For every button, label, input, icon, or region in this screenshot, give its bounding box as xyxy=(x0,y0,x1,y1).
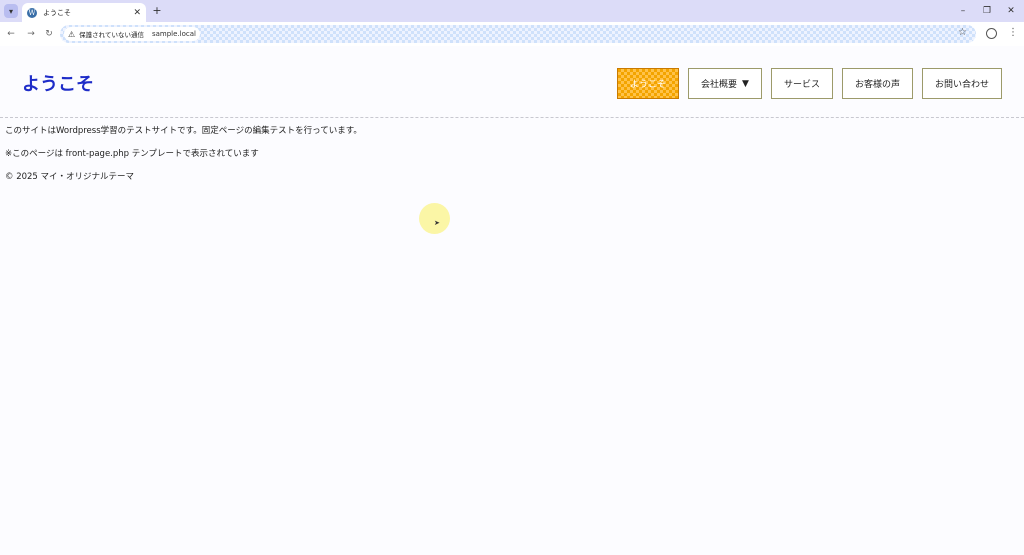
address-bar-content: ⚠ 保護されていない通信 sample.local xyxy=(64,27,200,41)
nav-item-label: お客様の声 xyxy=(854,80,900,90)
nav-item-welcome[interactable]: ようこそ xyxy=(617,68,680,99)
cursor-icon: ➤ xyxy=(434,219,440,227)
browser-tab-bar: ▾ W ようこそ ✕ + – ❐ ✕ xyxy=(0,0,1024,22)
chevron-down-icon: ▾ xyxy=(8,6,13,16)
restore-icon[interactable]: ❐ xyxy=(980,4,994,18)
close-icon[interactable]: ✕ xyxy=(133,8,141,18)
nav-item-label: お問い合わせ xyxy=(934,80,989,90)
url-text[interactable]: sample.local xyxy=(152,30,196,38)
new-tab-button[interactable]: + xyxy=(150,4,164,18)
kebab-menu-icon[interactable]: ⋮ xyxy=(1008,27,1018,38)
browser-tab[interactable]: W ようこそ ✕ xyxy=(22,3,146,22)
site-header: ようこそ ようこそ 会社概要 ▼ サービス お客様の声 お問い合わせ xyxy=(0,46,1024,118)
tab-list-button[interactable]: ▾ xyxy=(4,4,18,18)
tab-title: ようこそ xyxy=(43,8,71,17)
nav-item-label: 会社概要 xyxy=(701,80,738,90)
intro-paragraph: このサイトはWordpress学習のテストサイトです。固定ページの編集テストを行… xyxy=(5,126,362,136)
nav-item-label: サービス xyxy=(783,80,820,90)
site-title[interactable]: ようこそ xyxy=(22,70,94,96)
bookmark-star-icon[interactable]: ☆ xyxy=(958,27,967,38)
template-note: ※このページは front-page.php テンプレートで表示されています xyxy=(5,149,259,160)
browser-toolbar: ← → ↻ ⚠ 保護されていない通信 sample.local ☆ ⋮ xyxy=(0,22,1024,46)
caret-down-icon: ▼ xyxy=(742,78,749,89)
security-label[interactable]: 保護されていない通信 xyxy=(79,29,144,39)
forward-icon[interactable]: → xyxy=(24,27,38,41)
nav-item-contact[interactable]: お問い合わせ xyxy=(921,68,1002,99)
profile-icon[interactable] xyxy=(986,28,997,39)
nav-item-testimonials[interactable]: お客様の声 xyxy=(841,68,913,99)
nav-item-label: ようこそ xyxy=(630,80,667,90)
main-nav: ようこそ 会社概要 ▼ サービス お客様の声 お問い合わせ xyxy=(617,68,1002,99)
window-close-icon[interactable]: ✕ xyxy=(1004,4,1018,18)
back-icon[interactable]: ← xyxy=(4,27,18,41)
page-content: このサイトはWordpress学習のテストサイトです。固定ページの編集テストを行… xyxy=(5,126,362,196)
reload-icon[interactable]: ↻ xyxy=(42,27,56,41)
web-page: ようこそ ようこそ 会社概要 ▼ サービス お客様の声 お問い合わせ このサイト… xyxy=(0,46,1024,555)
nav-item-company[interactable]: 会社概要 ▼ xyxy=(688,68,762,99)
footer-copyright: © 2025 マイ・オリジナルテーマ xyxy=(5,172,135,183)
wordpress-icon: W xyxy=(27,7,37,18)
address-bar[interactable]: ⚠ 保護されていない通信 sample.local xyxy=(60,25,976,43)
nav-item-service[interactable]: サービス xyxy=(770,68,833,99)
warning-icon[interactable]: ⚠ xyxy=(68,30,75,39)
minimize-icon[interactable]: – xyxy=(956,4,970,18)
